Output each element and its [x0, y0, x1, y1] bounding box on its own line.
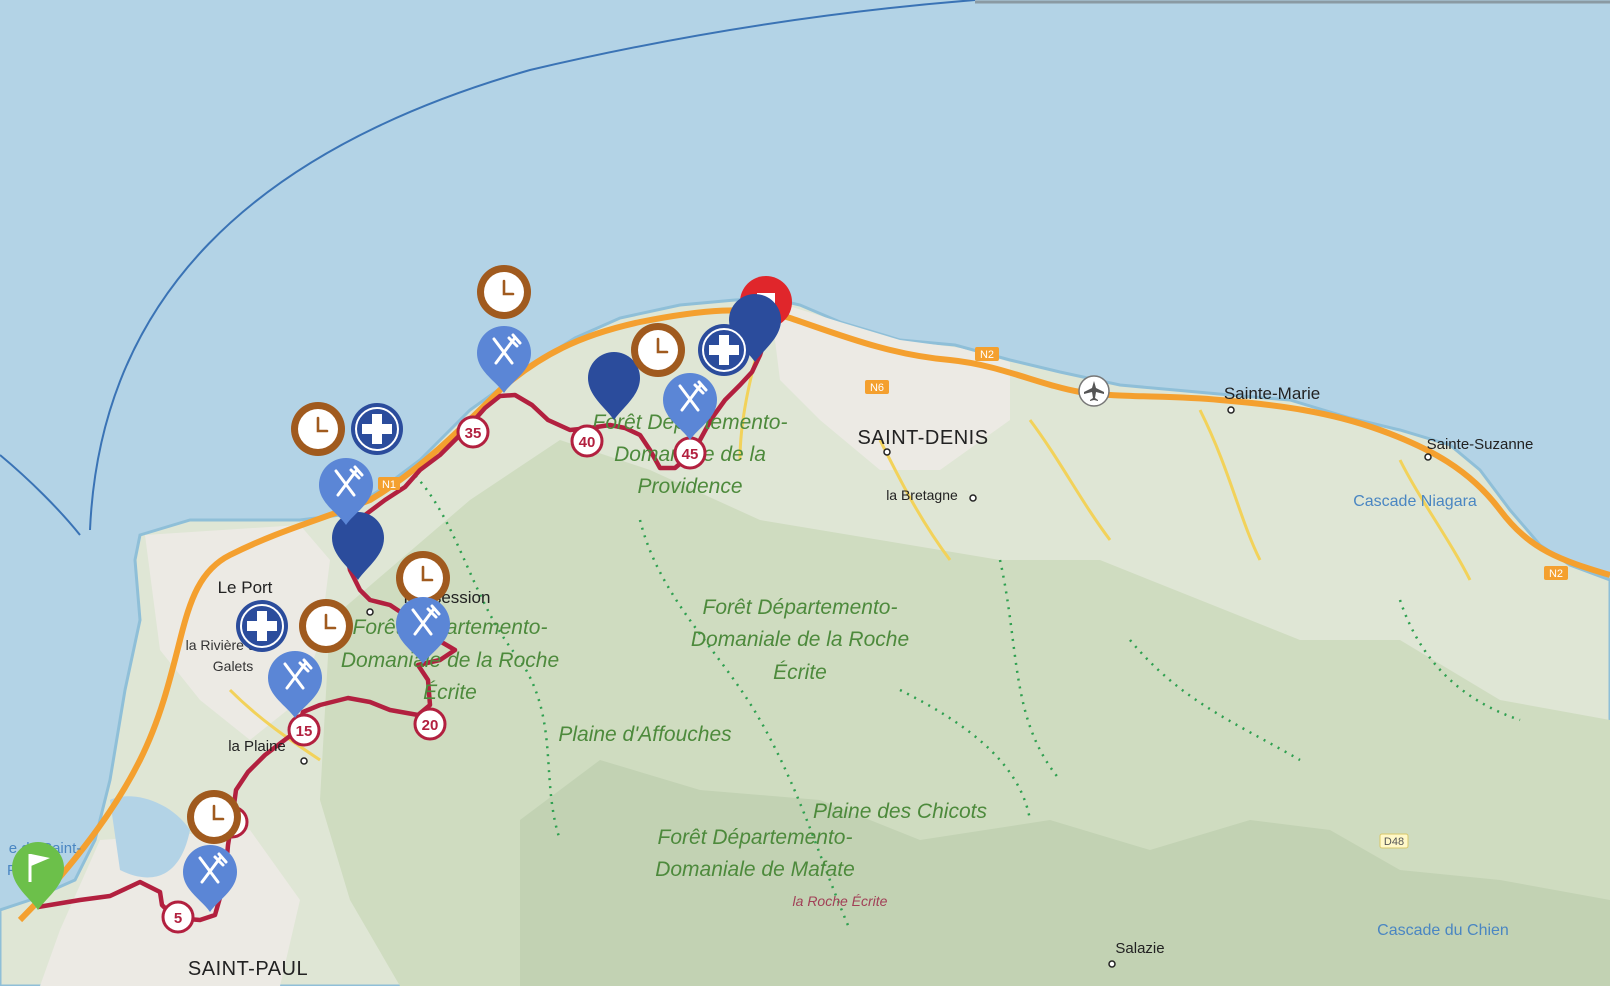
label-mafate-2: Domaniale de Mafate [655, 858, 855, 881]
label-roche-ecrite-east-1: Forêt Départemento- [703, 596, 898, 619]
clock-icon[interactable] [297, 597, 355, 655]
label-plaine-affouches: Plaine d'Affouches [558, 723, 732, 746]
svg-text:N2: N2 [980, 349, 994, 361]
label-le-port: Le Port [218, 578, 273, 597]
road-shield-n6: N6 [865, 380, 889, 394]
km-marker-20: 20 [413, 707, 447, 741]
first-aid-icon[interactable] [235, 599, 289, 653]
km-marker-5: 5 [161, 900, 195, 934]
km-marker-35: 35 [456, 415, 490, 449]
clock-icon[interactable] [475, 263, 533, 321]
label-la-bretagne: la Bretagne [886, 487, 958, 503]
svg-text:15: 15 [296, 723, 313, 740]
svg-text:5: 5 [174, 910, 182, 927]
trail-map[interactable]: N1 N2 N6 N2 D48 SAINT-DENIS SAINT-PAUL L… [0, 0, 1610, 986]
label-sainte-suzanne: Sainte-Suzanne [1427, 436, 1534, 453]
first-aid-icon[interactable] [697, 323, 751, 377]
clock-icon[interactable] [394, 549, 452, 607]
label-roche-ecrite-west-2: Domaniale de la Roche [341, 649, 559, 672]
svg-text:45: 45 [682, 446, 699, 463]
label-roche-ecrite-east-2: Domaniale de la Roche [691, 628, 909, 651]
svg-text:20: 20 [422, 717, 439, 734]
label-mafate-1: Forêt Départemento- [658, 826, 853, 849]
svg-text:N6: N6 [870, 382, 884, 394]
road-shield-n2-east: N2 [1544, 566, 1568, 580]
clock-icon[interactable] [185, 788, 243, 846]
label-la-plaine: la Plaine [228, 738, 286, 755]
road-shield-d48: D48 [1379, 833, 1409, 849]
label-sainte-marie: Sainte-Marie [1224, 384, 1320, 403]
label-providence-3: Providence [637, 475, 742, 498]
label-saint-denis: SAINT-DENIS [857, 427, 988, 449]
first-aid-icon[interactable] [350, 402, 404, 456]
label-roche-ecrite-east-3: Écrite [773, 661, 827, 684]
svg-text:35: 35 [465, 425, 482, 442]
road-shield-n2-west: N1 [378, 477, 400, 491]
label-roche-ecrite-west-3: Écrite [423, 681, 477, 704]
label-salazie: Salazie [1115, 940, 1164, 957]
road-shield-n2: N2 [975, 347, 999, 361]
svg-text:N2: N2 [1549, 568, 1563, 580]
airport-icon [1078, 375, 1110, 407]
label-cascade-du-chien: Cascade du Chien [1377, 922, 1509, 939]
svg-text:40: 40 [579, 434, 596, 451]
label-la-roche-ecrite: la Roche Écrite [793, 893, 888, 909]
clock-icon[interactable] [289, 400, 347, 458]
label-roche-ecrite-west-1: Forêt Départemento- [353, 616, 548, 639]
km-marker-45: 45 [673, 436, 707, 470]
km-marker-40: 40 [570, 424, 604, 458]
svg-text:N1: N1 [382, 479, 396, 491]
label-plaine-des-chicots: Plaine des Chicots [813, 800, 987, 823]
km-marker-15: 15 [287, 713, 321, 747]
clock-icon[interactable] [629, 321, 687, 379]
label-galets: Galets [213, 658, 253, 674]
label-saint-paul: SAINT-PAUL [188, 958, 308, 980]
label-cascade-niagara: Cascade Niagara [1353, 493, 1477, 510]
svg-text:D48: D48 [1384, 836, 1404, 848]
